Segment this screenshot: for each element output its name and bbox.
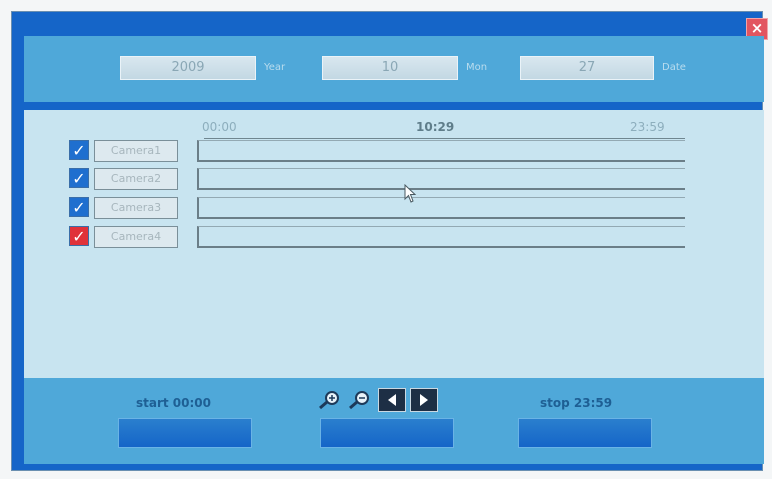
- month-field[interactable]: 10: [322, 56, 458, 80]
- prev-arrow-icon[interactable]: [378, 388, 406, 412]
- camera3-checkbox[interactable]: ✓: [69, 197, 89, 217]
- camera3-track[interactable]: [197, 197, 685, 219]
- time-tick-end: 23:59: [630, 120, 665, 134]
- month-unit-label: Mon: [466, 62, 488, 73]
- camera2-label[interactable]: Camera2: [94, 168, 178, 190]
- action-button-3[interactable]: [518, 418, 652, 448]
- time-tick-start: 00:00: [202, 120, 237, 134]
- day-unit-label: Date: [662, 62, 686, 73]
- year-unit-label: Year: [264, 62, 286, 73]
- date-bar: 2009 Year 10 Mon 27 Date: [24, 36, 764, 102]
- zoom-in-icon[interactable]: [316, 388, 344, 412]
- camera4-track[interactable]: [197, 226, 685, 248]
- mouse-pointer-icon: [404, 184, 417, 203]
- action-button-2[interactable]: [320, 418, 454, 448]
- camera1-track[interactable]: [197, 140, 685, 162]
- camera1-checkbox[interactable]: ✓: [69, 140, 89, 160]
- time-tick-current: 10:29: [416, 120, 455, 134]
- camera2-checkbox[interactable]: ✓: [69, 168, 89, 188]
- day-field[interactable]: 27: [520, 56, 654, 80]
- action-button-1[interactable]: [118, 418, 252, 448]
- stop-time-label: stop 23:59: [540, 396, 613, 410]
- timeline-panel: 00:00 10:29 23:59 ✓ Camera1 ✓ Camera2 ✓ …: [24, 110, 764, 378]
- time-axis: [204, 138, 685, 139]
- camera3-label[interactable]: Camera3: [94, 197, 178, 219]
- zoom-out-icon[interactable]: [346, 388, 374, 412]
- next-arrow-icon[interactable]: [410, 388, 438, 412]
- camera4-label[interactable]: Camera4: [94, 226, 178, 248]
- year-field[interactable]: 2009: [120, 56, 256, 80]
- camera2-track[interactable]: [197, 168, 685, 190]
- start-time-label: start 00:00: [136, 396, 212, 410]
- camera4-checkbox[interactable]: ✓: [69, 226, 89, 246]
- camera1-label[interactable]: Camera1: [94, 140, 178, 162]
- bottom-control-bar: start 00:00 stop 23:59: [24, 378, 764, 464]
